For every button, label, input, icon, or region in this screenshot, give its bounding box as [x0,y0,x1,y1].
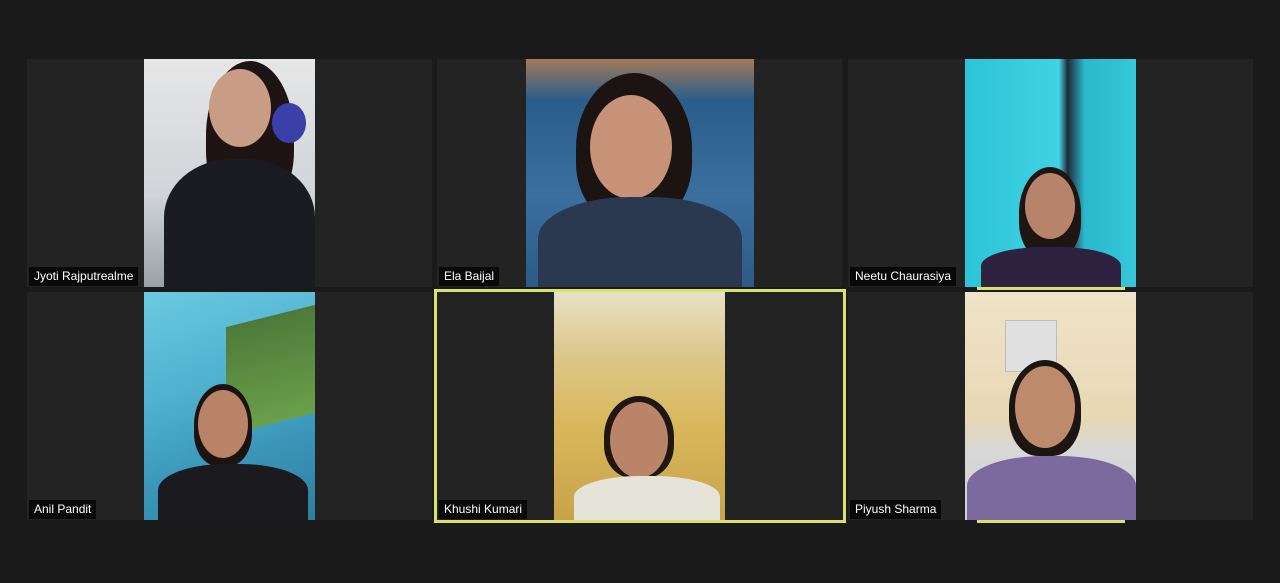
participant-video [526,59,754,287]
participant-tile-piyush[interactable]: Piyush Sharma [848,292,1253,523]
participant-tile-jyoti[interactable]: Jyoti Rajputrealme [27,59,432,287]
participant-name: Khushi Kumari [439,500,528,519]
headphones-icon [272,103,306,143]
participant-video [144,292,315,520]
gallery-view: Jyoti Rajputrealme Ela Baijal Neetu Chau… [0,0,1280,583]
participant-tile-ela[interactable]: Ela Baijal [437,59,842,287]
speaking-indicator [977,520,1125,523]
participant-name: Anil Pandit [29,500,97,519]
participant-tile-khushi[interactable]: Khushi Kumari [434,289,846,523]
participant-name: Jyoti Rajputrealme [29,267,139,286]
participant-video [965,292,1136,520]
participant-video [554,292,725,520]
participant-tile-anil[interactable]: Anil Pandit [27,292,432,520]
participant-name: Piyush Sharma [850,500,942,519]
participant-name: Ela Baijal [439,267,500,286]
participant-video [144,59,315,287]
participant-name: Neetu Chaurasiya [850,267,957,286]
participant-tile-neetu[interactable]: Neetu Chaurasiya [848,59,1253,290]
participant-video [965,59,1136,287]
speaking-indicator [977,287,1125,290]
